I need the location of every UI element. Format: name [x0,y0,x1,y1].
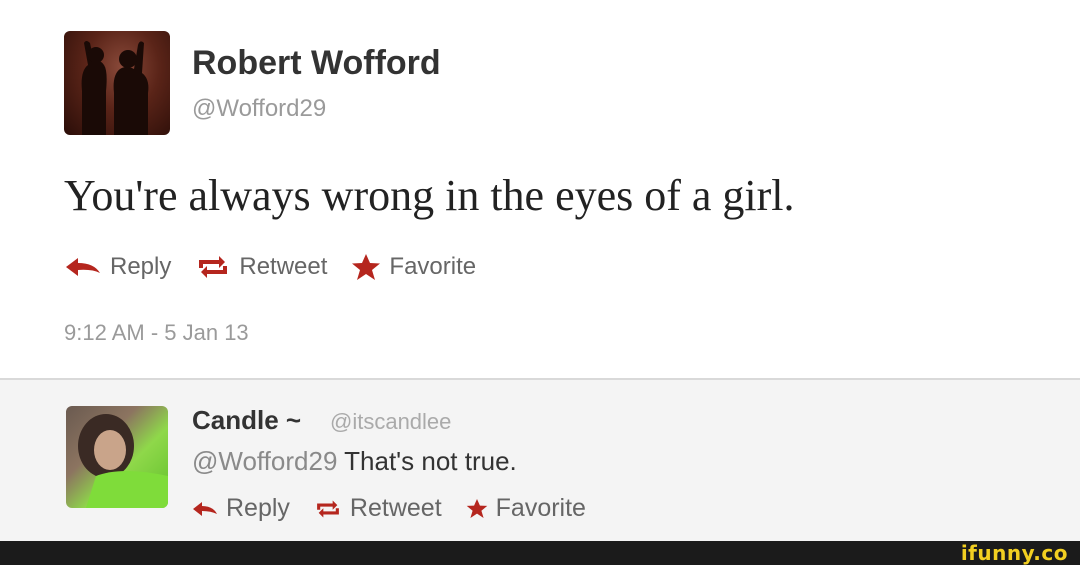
reply-tweet: Candle ~ @itscandlee @Wofford29 That's n… [0,380,1080,541]
retweet-button[interactable]: Retweet [314,494,442,523]
tweet-timestamp[interactable]: 9:12 AM - 5 Jan 13 [64,320,249,346]
footer-bar: ifunny.co [0,541,1080,565]
tweet-text: You're always wrong in the eyes of a gir… [64,171,795,220]
star-icon [352,254,381,280]
retweet-icon [317,499,339,518]
watermark-logo: ifunny.co [960,541,1068,565]
favorite-label: Favorite [389,253,477,280]
avatar[interactable] [64,31,170,135]
favorite-label: Favorite [495,494,586,522]
reply-button[interactable]: Reply [192,494,290,523]
star-icon [466,498,487,519]
reply-text: @Wofford29 That's not true. [192,446,517,477]
retweet-icon [199,256,228,278]
reply-arrow-icon [66,258,100,276]
avatar[interactable] [66,406,168,508]
reply-button[interactable]: Reply [64,253,171,281]
retweet-button[interactable]: Retweet [195,253,327,281]
author-handle[interactable]: @Wofford29 [192,95,326,123]
favorite-button[interactable]: Favorite [351,253,476,281]
reply-author-name[interactable]: Candle ~ [192,405,301,436]
main-tweet: Robert Wofford @Wofford29 You're always … [0,0,1080,378]
reply-label: Reply [226,494,290,522]
reply-body: That's not true. [337,446,517,476]
mention-link[interactable]: @Wofford29 [192,446,337,476]
favorite-button[interactable]: Favorite [466,494,586,523]
reply-label: Reply [110,253,172,280]
retweet-label: Retweet [349,494,442,522]
reply-arrow-icon [193,501,217,516]
reply-actions: Reply Retweet Favorite [192,494,610,523]
reply-author-handle[interactable]: @itscandlee [330,409,451,435]
author-name[interactable]: Robert Wofford [192,44,441,83]
tweet-actions: Reply Retweet Favorite [64,253,500,281]
retweet-label: Retweet [239,253,328,280]
